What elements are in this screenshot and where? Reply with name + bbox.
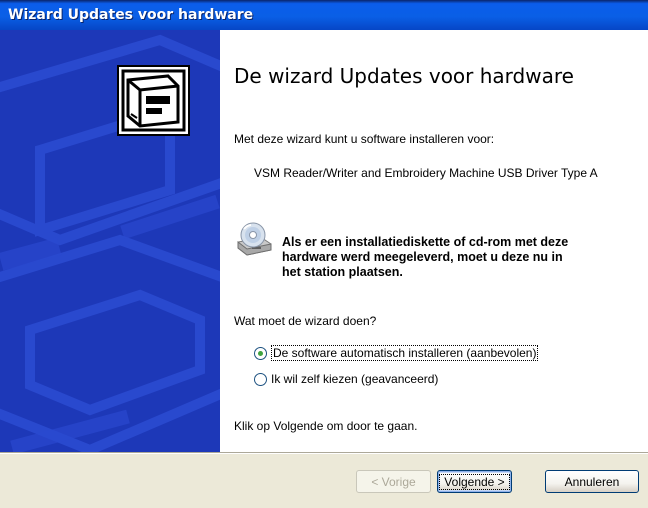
option-automatic-label[interactable]: De software automatisch installeren (aan… [271,345,539,361]
question-label: Wat moet de wizard doen? [234,314,377,328]
cd-notice: Als er een installatiediskette of cd-rom… [282,235,569,279]
cd-rom-icon [237,222,272,256]
radio-automatic[interactable] [254,346,267,360]
banner-graphic [0,30,220,452]
option-manual-label[interactable]: Ik wil zelf kiezen (geavanceerd) [271,372,438,386]
wizard-window: Wizard Updates voor hardware De wizard U… [0,0,648,508]
cancel-button-label: Annuleren [564,474,620,489]
title-bar[interactable]: Wizard Updates voor hardware [0,0,648,30]
hardware-box-icon [117,65,190,136]
page-title: De wizard Updates voor hardware [234,64,574,88]
cancel-button[interactable]: Annuleren [545,470,639,493]
device-name: VSM Reader/Writer and Embroidery Machine… [254,166,598,180]
next-button-label: Volgende > [439,473,510,490]
radio-manual[interactable] [254,372,267,386]
intro-text: Met deze wizard kunt u software installe… [234,132,495,146]
button-separator [0,452,648,454]
wizard-content: De wizard Updates voor hardware Met deze… [220,30,648,452]
back-button-label: < Vorige [371,474,416,489]
wizard-banner [0,30,220,452]
next-button[interactable]: Volgende > [437,470,512,493]
window-title: Wizard Updates voor hardware [8,7,254,23]
back-button[interactable]: < Vorige [356,470,431,493]
option-automatic[interactable]: De software automatisch installeren (aan… [254,344,539,362]
continue-hint: Klik op Volgende om door te gaan. [234,419,418,433]
option-manual[interactable]: Ik wil zelf kiezen (geavanceerd) [254,370,438,388]
